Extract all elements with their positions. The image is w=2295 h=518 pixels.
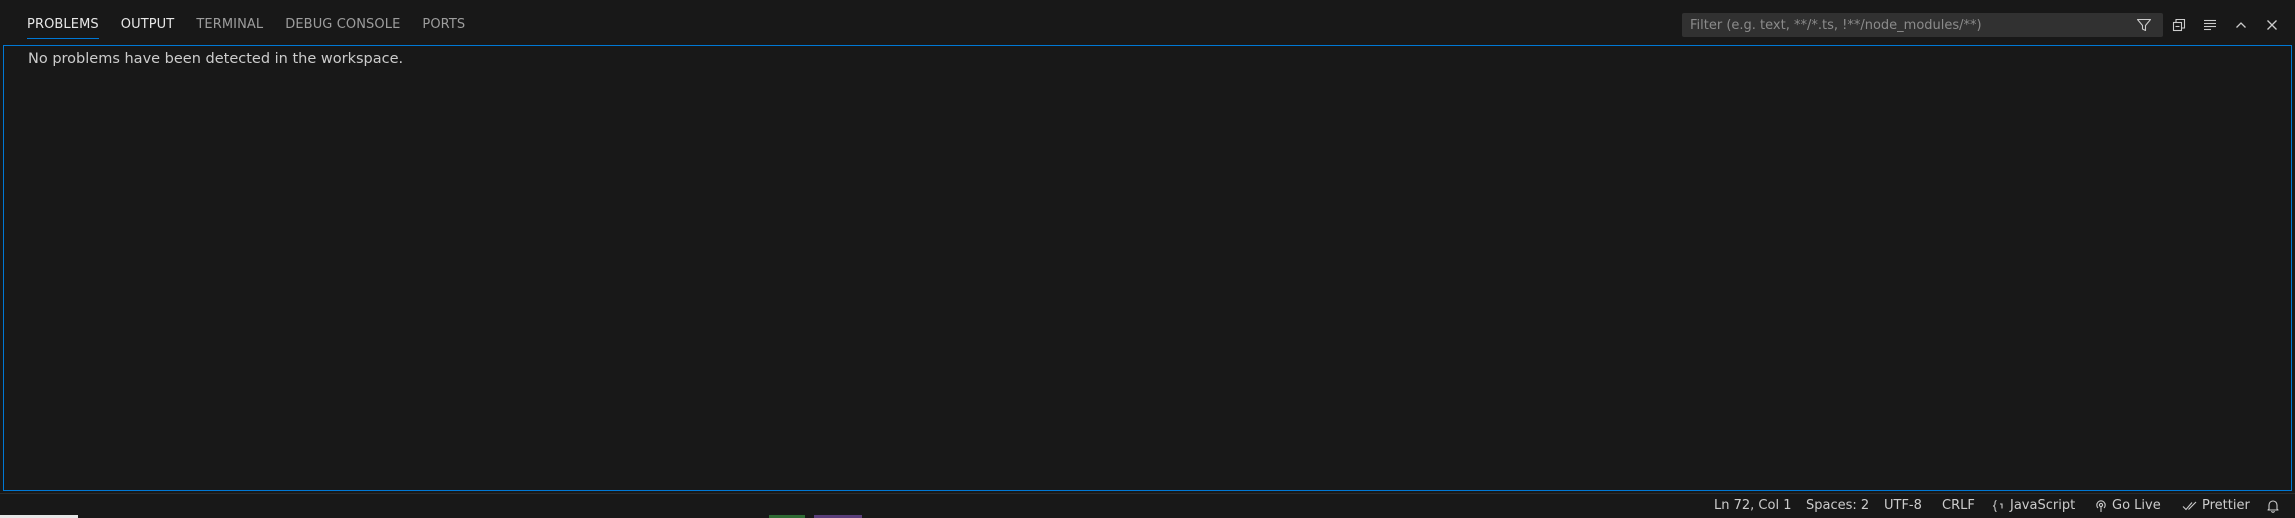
status-prettier[interactable]: Prettier bbox=[2182, 494, 2250, 518]
language-braces-icon bbox=[1992, 499, 2003, 513]
tab-ports[interactable]: PORTS bbox=[411, 0, 476, 46]
notifications-bell-icon[interactable] bbox=[2266, 494, 2284, 518]
close-icon[interactable] bbox=[2261, 14, 2283, 36]
status-prettier-label: Prettier bbox=[2202, 498, 2250, 513]
status-go-live[interactable]: Go Live bbox=[2094, 494, 2161, 518]
broadcast-icon bbox=[2096, 500, 2106, 512]
status-language-label: JavaScript bbox=[2010, 498, 2076, 513]
collapse-all-icon[interactable] bbox=[2168, 14, 2190, 36]
chevron-up-icon[interactable] bbox=[2230, 14, 2252, 36]
status-line-ending[interactable]: CRLF bbox=[1942, 494, 1975, 518]
double-check-icon bbox=[2182, 501, 2197, 511]
status-encoding[interactable]: UTF-8 bbox=[1884, 494, 1922, 518]
tab-problems[interactable]: PROBLEMS bbox=[16, 0, 110, 46]
status-bar: Ln 72, Col 1 Spaces: 2 UTF-8 CRLF JavaSc… bbox=[0, 493, 2295, 518]
no-problems-message: No problems have been detected in the wo… bbox=[28, 51, 404, 67]
status-language[interactable]: JavaScript bbox=[1992, 494, 2075, 518]
list-view-icon[interactable] bbox=[2199, 14, 2221, 36]
tab-debug-console[interactable]: DEBUG CONSOLE bbox=[274, 0, 411, 46]
problems-view[interactable]: No problems have been detected in the wo… bbox=[3, 45, 2292, 491]
panel-window: PROBLEMS OUTPUT TERMINAL DEBUG CONSOLE P… bbox=[0, 0, 2295, 518]
tab-output[interactable]: OUTPUT bbox=[110, 0, 186, 46]
problems-filter-input[interactable] bbox=[1682, 13, 2122, 37]
status-cursor-position[interactable]: Ln 72, Col 1 bbox=[1714, 494, 1791, 518]
panel-header: PROBLEMS OUTPUT TERMINAL DEBUG CONSOLE P… bbox=[0, 0, 2295, 46]
status-indentation[interactable]: Spaces: 2 bbox=[1806, 494, 1869, 518]
status-go-live-label: Go Live bbox=[2112, 498, 2161, 513]
panel-tabs: PROBLEMS OUTPUT TERMINAL DEBUG CONSOLE P… bbox=[16, 0, 476, 46]
problems-filter-box bbox=[1682, 13, 2163, 37]
tab-terminal[interactable]: TERMINAL bbox=[185, 0, 274, 46]
filter-icon[interactable] bbox=[2133, 14, 2155, 36]
